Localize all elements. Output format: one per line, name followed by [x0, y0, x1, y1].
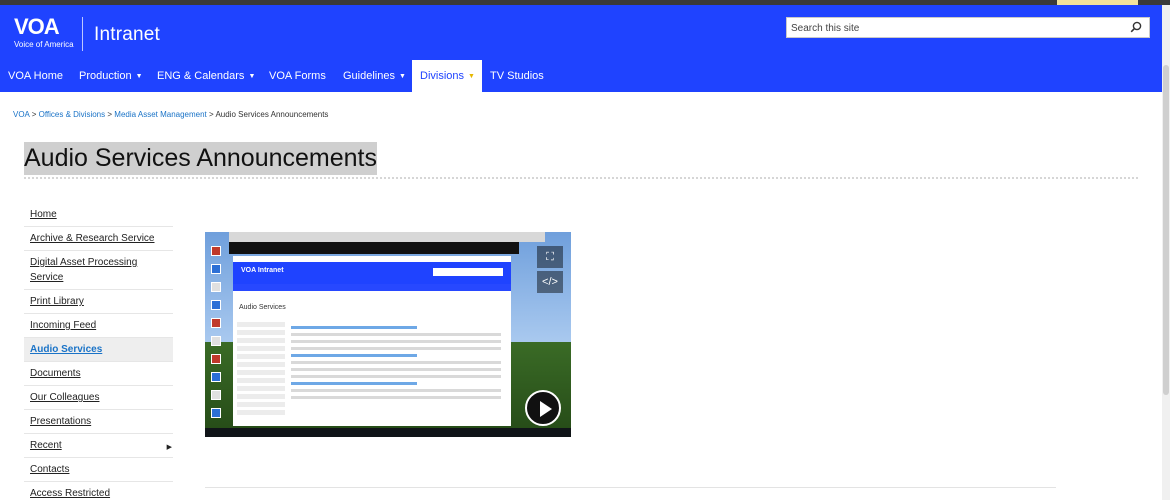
video-inner-content: [291, 326, 501, 403]
sidebar-item-label: Presentations: [30, 416, 92, 427]
sidebar-item-our-colleagues[interactable]: Our Colleagues: [24, 386, 173, 410]
scrollbar-thumb[interactable]: [1163, 65, 1169, 395]
sidebar-item-audio-services[interactable]: Audio Services: [24, 338, 173, 362]
chevron-down-icon: ▼: [468, 73, 475, 80]
sidebar-item-archive-research[interactable]: Archive & Research Service: [24, 227, 173, 251]
nav-label: Divisions: [420, 70, 465, 82]
video-inner-nav: [233, 284, 511, 291]
sidebar-item-home[interactable]: Home: [24, 203, 173, 227]
nav-label: Guidelines: [343, 70, 395, 82]
nav-eng-calendars[interactable]: ENG & Calendars ▼: [149, 60, 263, 92]
breadcrumb-current: Audio Services Announcements: [215, 110, 329, 119]
sidebar-item-contacts[interactable]: Contacts: [24, 458, 173, 482]
search-input[interactable]: [787, 19, 1117, 38]
chevron-down-icon: ▼: [135, 73, 143, 80]
title-divider: [24, 177, 1138, 179]
sidebar-item-label: Contacts: [30, 464, 70, 475]
video-player[interactable]: VOA Intranet Audio Services ⛶ </>: [205, 232, 571, 437]
breadcrumb-media-asset-management[interactable]: Media Asset Management: [114, 110, 207, 119]
sidebar-item-access-restricted[interactable]: Access Restricted: [24, 482, 173, 500]
nav-label: Production: [79, 70, 132, 82]
sidebar-item-label: Incoming Feed: [30, 320, 97, 331]
page-title: Audio Services Announcements: [24, 142, 377, 175]
sidebar-item-label: Print Library: [30, 296, 84, 307]
video-desktop-icons: [205, 240, 229, 430]
nav-label: ENG & Calendars: [157, 70, 245, 82]
nav-label: TV Studios: [490, 70, 544, 82]
logo-subtitle: Voice of America: [14, 40, 74, 49]
chevron-right-icon: ▶: [166, 444, 172, 451]
site-header: VOA Voice of America Intranet: [0, 5, 1162, 60]
nav-voa-home[interactable]: VOA Home: [0, 60, 71, 92]
main-nav: VOA Home Production ▼ ENG & Calendars ▼ VO…: [0, 60, 1162, 92]
voa-logo[interactable]: VOA Voice of America: [14, 14, 74, 56]
sidebar-item-print-library[interactable]: Print Library: [24, 290, 173, 314]
breadcrumb-separator: >: [107, 110, 113, 119]
breadcrumb-offices-divisions[interactable]: Offices & Divisions: [39, 110, 106, 119]
video-browser-window: VOA Intranet Audio Services: [233, 256, 511, 426]
breadcrumb-voa[interactable]: VOA: [13, 110, 29, 119]
sidebar-item-digital-asset-processing[interactable]: Digital Asset Processing Service: [24, 251, 173, 290]
breadcrumb-separator: >: [209, 110, 214, 119]
sidebar-item-label: Documents: [30, 368, 81, 379]
breadcrumb-separator: >: [31, 110, 37, 119]
chevron-down-icon: ▼: [248, 73, 256, 80]
breadcrumb: VOA > Offices & Divisions > Media Asset …: [13, 110, 328, 119]
sidebar-item-label: Home: [30, 209, 57, 220]
nav-guidelines[interactable]: Guidelines ▼: [335, 60, 414, 92]
sidebar-item-incoming-feed[interactable]: Incoming Feed: [24, 314, 173, 338]
nav-divisions[interactable]: Divisions ▼: [412, 60, 482, 92]
video-tools: ⛶ </>: [537, 246, 565, 296]
video-browser-bar: [229, 232, 545, 242]
nav-production[interactable]: Production ▼: [71, 60, 151, 92]
video-inner-sidebar: [237, 322, 285, 418]
embed-code-icon[interactable]: </>: [537, 271, 563, 293]
video-inner-search: [433, 268, 503, 276]
sidebar-item-label: Our Colleagues: [30, 392, 100, 403]
nav-tv-studios[interactable]: TV Studios: [482, 60, 552, 92]
sidebar-item-recent[interactable]: Recent ▶: [24, 434, 173, 458]
play-button-icon[interactable]: [525, 390, 561, 426]
sidebar-item-label: Audio Services: [30, 344, 103, 355]
chevron-down-icon: ▼: [398, 73, 406, 80]
sidebar-item-label: Digital Asset Processing Service: [30, 257, 138, 283]
sidebar-item-presentations[interactable]: Presentations: [24, 410, 173, 434]
content-bottom-divider: [205, 487, 1056, 488]
logo-mark: VOA: [14, 14, 60, 39]
logo-divider: [82, 17, 83, 51]
video-black-bar: [229, 242, 519, 254]
sidebar-item-documents[interactable]: Documents: [24, 362, 173, 386]
sidebar-item-label: Archive & Research Service: [30, 233, 155, 244]
search-icon[interactable]: [1130, 21, 1142, 33]
sidebar-item-label: Access Restricted: [30, 488, 111, 499]
nav-label: VOA Home: [8, 70, 64, 82]
video-taskbar: [205, 428, 571, 437]
nav-voa-forms[interactable]: VOA Forms: [261, 60, 334, 92]
nav-label: VOA Forms: [269, 70, 326, 82]
page-scrollbar[interactable]: [1162, 5, 1170, 500]
video-inner-site: VOA Intranet: [241, 267, 284, 274]
video-inner-header: VOA Intranet: [233, 262, 511, 284]
sidebar-item-label: Recent: [30, 440, 62, 451]
fullscreen-icon[interactable]: ⛶: [537, 246, 563, 268]
side-nav: Home Archive & Research Service Digital …: [24, 203, 173, 500]
site-name[interactable]: Intranet: [94, 24, 160, 46]
video-inner-title: Audio Services: [239, 304, 286, 311]
search-box: [786, 17, 1150, 38]
